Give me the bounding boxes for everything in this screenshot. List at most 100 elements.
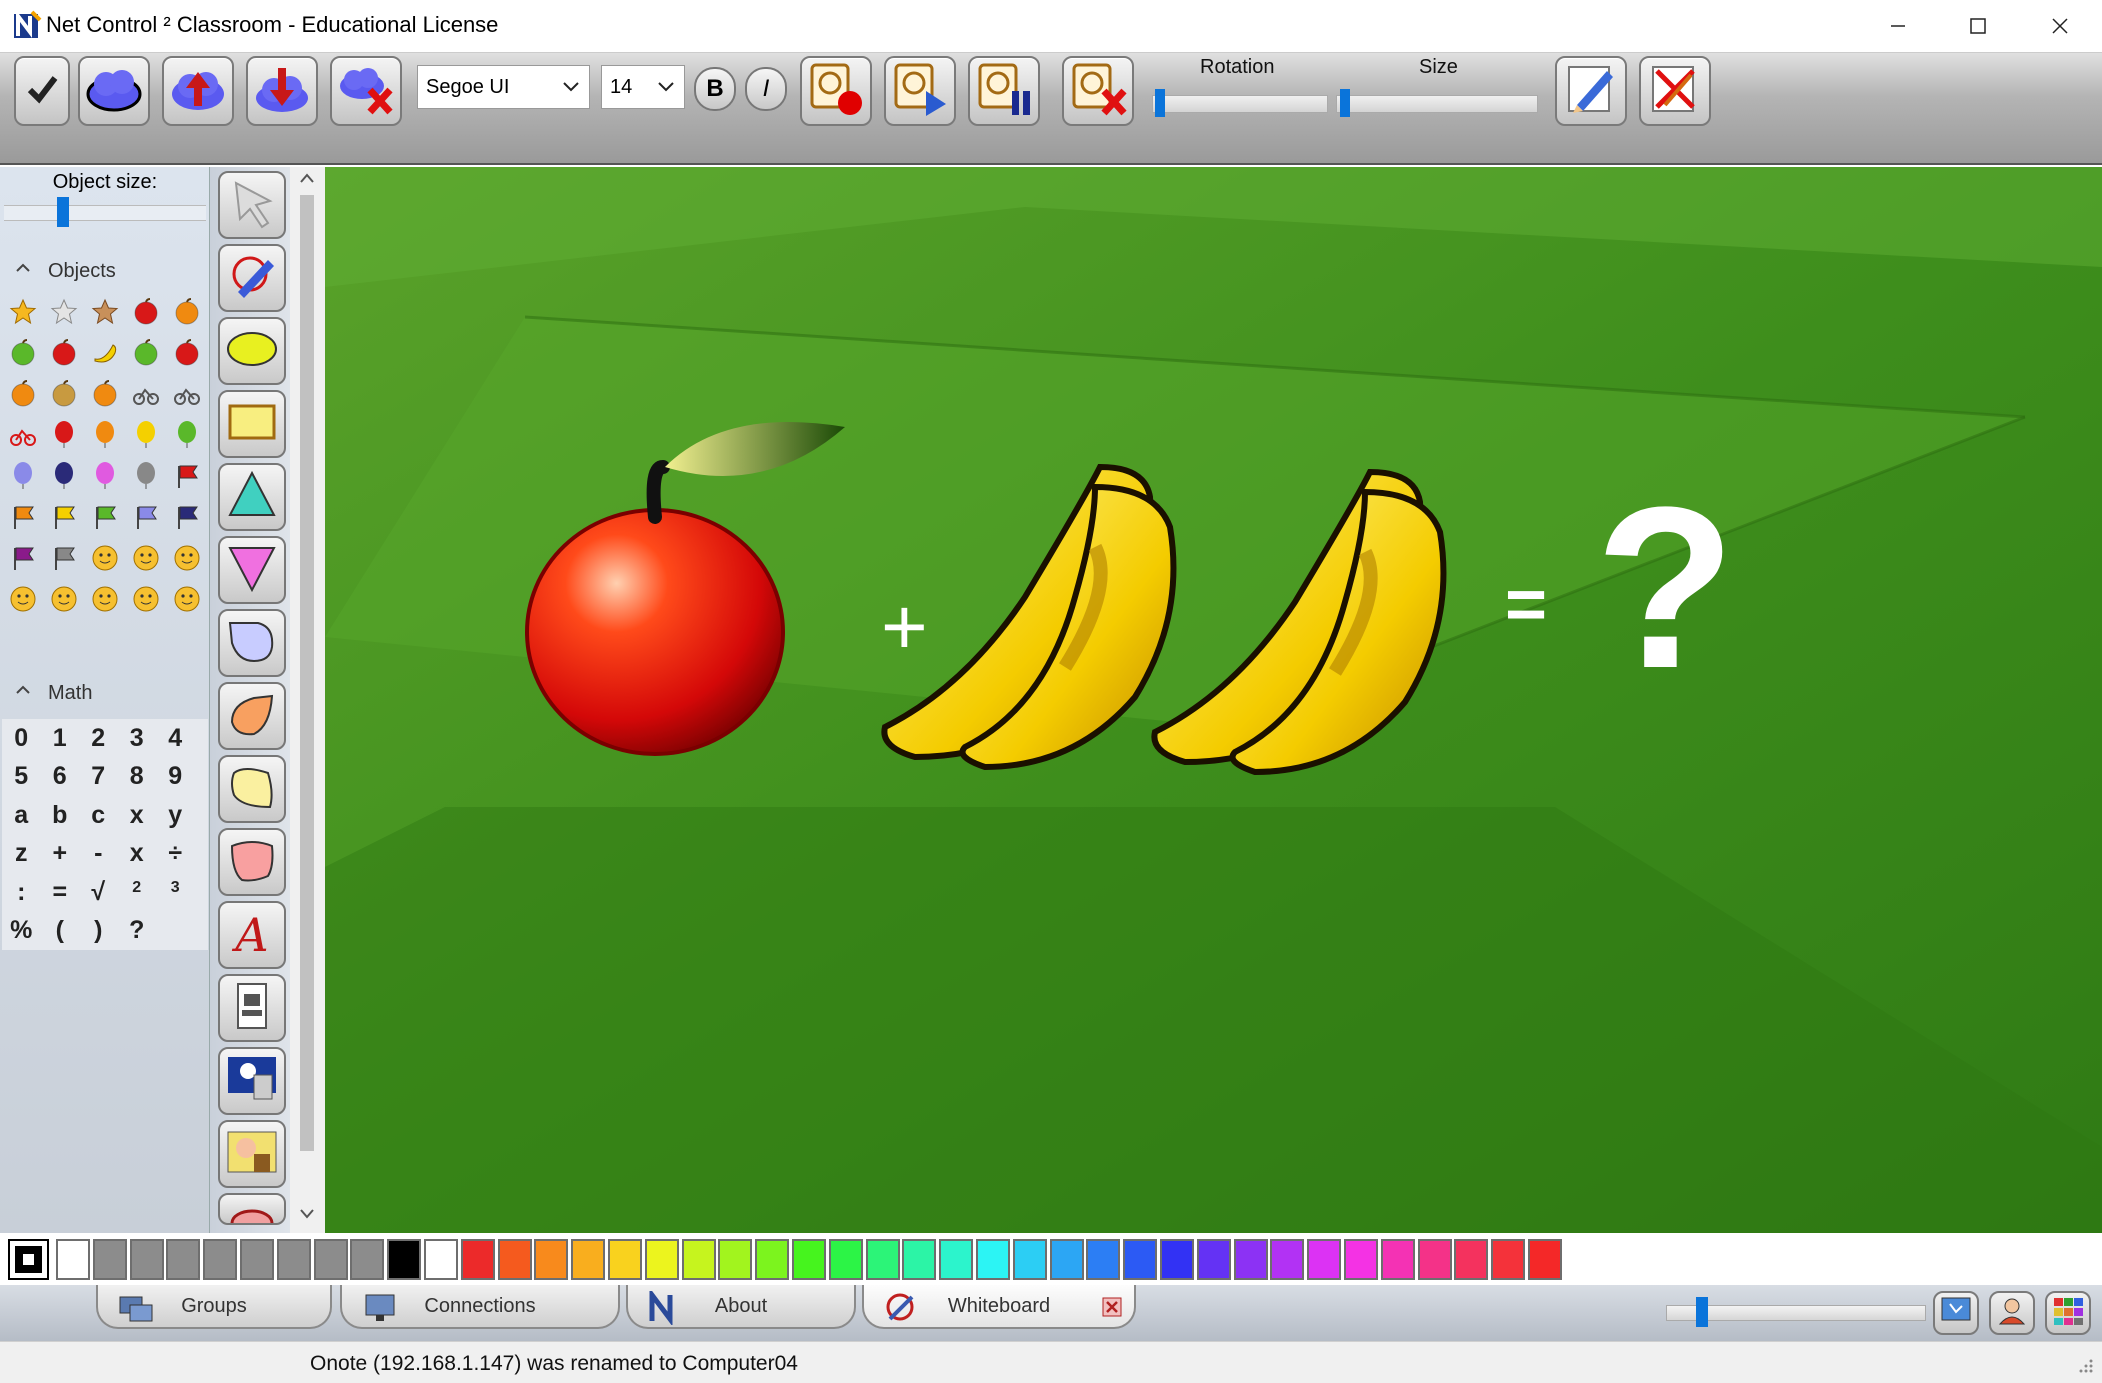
color-swatch[interactable] xyxy=(1196,1239,1231,1280)
smiley-happy-icon[interactable] xyxy=(84,537,125,578)
tab-about[interactable]: About xyxy=(626,1285,856,1329)
cloud-button[interactable] xyxy=(78,56,150,126)
minimize-button[interactable] xyxy=(1858,0,1938,52)
color-swatch[interactable] xyxy=(350,1239,385,1280)
balloon-navy-icon[interactable] xyxy=(43,455,84,496)
flag-orange-icon[interactable] xyxy=(2,496,43,537)
thumbnail-view-button[interactable] xyxy=(2045,1291,2091,1335)
zoom-slider-thumb[interactable] xyxy=(1696,1297,1708,1327)
rotation-slider[interactable] xyxy=(1152,95,1328,113)
smiley-neutral-icon[interactable] xyxy=(125,537,166,578)
math-key[interactable]: ÷ xyxy=(156,835,195,874)
record-button[interactable] xyxy=(800,56,872,126)
object-size-slider[interactable] xyxy=(4,205,206,221)
triangle-up-tool[interactable] xyxy=(218,463,286,531)
color-swatch[interactable] xyxy=(608,1239,642,1280)
math-key[interactable]: 2 xyxy=(118,873,157,912)
stamp-tool[interactable] xyxy=(218,974,286,1042)
bold-button[interactable]: B xyxy=(694,67,736,111)
balloon-gray-icon[interactable] xyxy=(125,455,166,496)
flag-navy-icon[interactable] xyxy=(166,496,207,537)
flag-yellow-icon[interactable] xyxy=(43,496,84,537)
ellipse-tool[interactable] xyxy=(218,317,286,385)
color-swatch[interactable] xyxy=(939,1239,974,1280)
math-key[interactable]: b xyxy=(41,796,80,835)
color-swatch[interactable] xyxy=(166,1239,201,1280)
color-swatch[interactable] xyxy=(497,1239,532,1280)
math-key[interactable]: √ xyxy=(79,873,118,912)
close-button[interactable] xyxy=(2020,0,2100,52)
math-key[interactable]: ( xyxy=(41,912,80,951)
color-swatch[interactable] xyxy=(792,1239,826,1280)
math-key[interactable]: 7 xyxy=(79,758,118,797)
rectangle-tool[interactable] xyxy=(218,390,286,458)
apple-orange-icon[interactable] xyxy=(166,291,207,332)
shape-blue-tool[interactable] xyxy=(218,609,286,677)
color-swatch[interactable] xyxy=(1012,1239,1047,1280)
scroll-down-icon[interactable] xyxy=(299,1207,315,1226)
color-swatch[interactable] xyxy=(92,1239,127,1280)
smiley-sad-icon[interactable] xyxy=(166,537,207,578)
maximize-button[interactable] xyxy=(1938,0,2018,52)
pause-button[interactable] xyxy=(968,56,1040,126)
whiteboard-canvas[interactable]: + = ? xyxy=(325,167,2102,1233)
balloon-blue-icon[interactable] xyxy=(2,455,43,496)
resize-grip-icon[interactable] xyxy=(2076,1356,2094,1379)
math-key[interactable]: 3 xyxy=(118,719,157,758)
tools-scrollbar[interactable] xyxy=(290,167,325,1233)
color-swatch[interactable] xyxy=(1417,1239,1452,1280)
edit-button[interactable] xyxy=(1555,56,1627,126)
text-tool-tool[interactable]: A xyxy=(218,901,286,969)
color-swatch[interactable] xyxy=(1380,1239,1415,1280)
smiley-surprised-icon[interactable] xyxy=(43,578,84,619)
teacher-screen-tool[interactable] xyxy=(218,1047,286,1115)
math-key[interactable]: = xyxy=(41,873,80,912)
current-color-swatch[interactable] xyxy=(8,1239,49,1280)
watermelon-icon[interactable] xyxy=(125,332,166,373)
math-key[interactable]: 2 xyxy=(79,719,118,758)
size-slider-thumb[interactable] xyxy=(1339,89,1350,117)
smiley-wink-icon[interactable] xyxy=(2,578,43,619)
shape-pink-tool[interactable] xyxy=(218,828,286,896)
color-swatch[interactable] xyxy=(424,1239,458,1280)
confirm-button[interactable] xyxy=(14,56,70,126)
shape-yellow-tool[interactable] xyxy=(218,755,286,823)
font-size-select[interactable]: 14 xyxy=(601,65,685,109)
color-swatch[interactable] xyxy=(56,1239,90,1280)
flag-green-icon[interactable] xyxy=(84,496,125,537)
clear-edit-button[interactable] xyxy=(1639,56,1711,126)
flag-blue-icon[interactable] xyxy=(125,496,166,537)
apple-green-icon[interactable] xyxy=(2,332,43,373)
italic-button[interactable]: I xyxy=(745,67,787,111)
smiley-grin-icon[interactable] xyxy=(125,578,166,619)
color-swatch[interactable] xyxy=(313,1239,348,1280)
play-button[interactable] xyxy=(884,56,956,126)
basketball-icon[interactable] xyxy=(84,373,125,414)
math-key[interactable]: 5 xyxy=(2,758,41,797)
color-swatch[interactable] xyxy=(387,1239,422,1280)
smiley-dizzy-icon[interactable] xyxy=(166,578,207,619)
plus-sign[interactable]: + xyxy=(881,582,928,671)
math-section-header[interactable]: Math xyxy=(0,675,210,711)
color-swatch[interactable] xyxy=(571,1239,606,1280)
balloon-yellow-icon[interactable] xyxy=(125,414,166,455)
font-family-select[interactable]: Segoe UI xyxy=(417,65,590,109)
background-image-tool[interactable] xyxy=(218,1120,286,1188)
objects-section-header[interactable]: Objects xyxy=(0,253,210,289)
balloon-red-icon[interactable] xyxy=(43,414,84,455)
star-silver-icon[interactable] xyxy=(43,291,84,332)
color-swatch[interactable] xyxy=(1454,1239,1489,1280)
color-swatch[interactable] xyxy=(129,1239,164,1280)
flag-gray-icon[interactable] xyxy=(43,537,84,578)
color-swatch[interactable] xyxy=(755,1239,790,1280)
delete-recording-button[interactable] xyxy=(1062,56,1134,126)
pumpkin-icon[interactable] xyxy=(2,373,43,414)
color-swatch[interactable] xyxy=(865,1239,900,1280)
math-key[interactable]: - xyxy=(79,835,118,874)
object-size-slider-thumb[interactable] xyxy=(57,197,70,227)
math-key[interactable]: y xyxy=(156,796,195,835)
color-swatch[interactable] xyxy=(976,1239,1010,1280)
motorcycle-icon[interactable] xyxy=(166,373,207,414)
color-swatch[interactable] xyxy=(1123,1239,1158,1280)
color-swatch[interactable] xyxy=(1344,1239,1378,1280)
